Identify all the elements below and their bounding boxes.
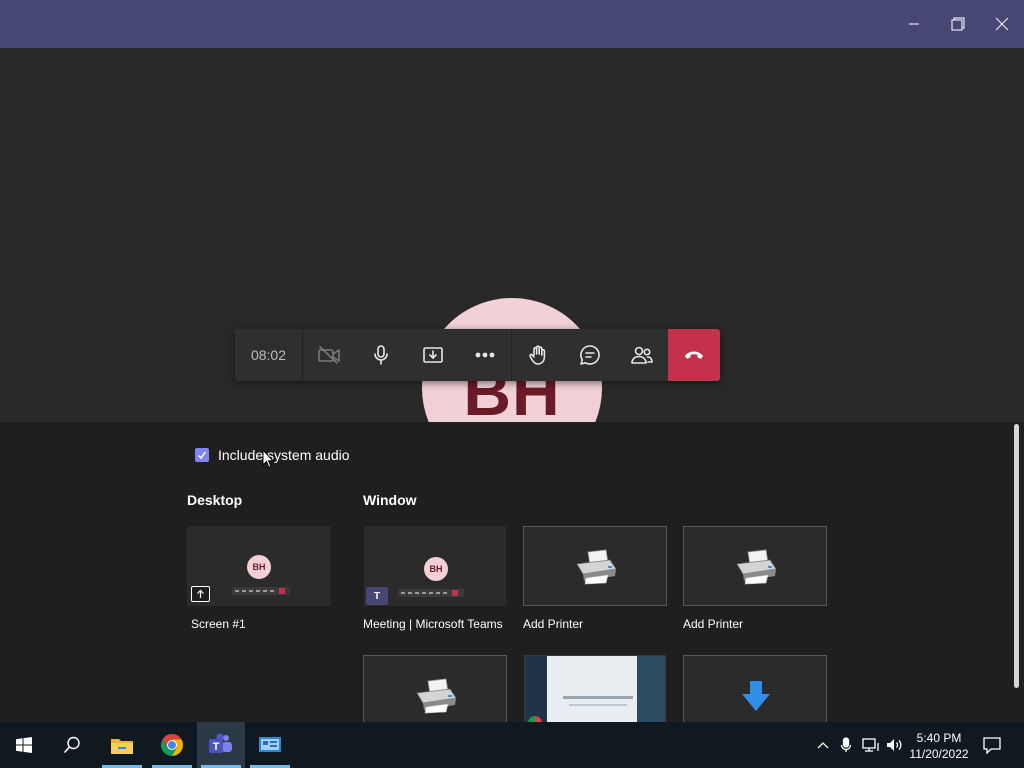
teams-meeting-window: BH 08:02 Include system audio Desktop Wi… (0, 0, 1024, 768)
chrome-button[interactable] (148, 722, 196, 768)
volume-tray-button[interactable] (884, 722, 906, 768)
call-timer: 08:02 (235, 329, 303, 381)
camera-off-icon (318, 346, 340, 364)
hang-up-button[interactable] (668, 329, 720, 381)
volume-icon (887, 739, 902, 751)
window-section-heading: Window (363, 492, 417, 508)
chrome-icon (161, 734, 183, 756)
microphone-tray-button[interactable] (836, 722, 856, 768)
screen-1-tile[interactable]: BH (187, 526, 331, 606)
close-icon (995, 17, 1009, 31)
screen-1-label: Screen #1 (191, 617, 246, 631)
more-icon (475, 352, 495, 358)
search-icon (63, 736, 80, 754)
checkmark-icon (197, 451, 207, 460)
teams-app-icon: T (366, 587, 388, 605)
include-system-audio-label: Include system audio (218, 447, 350, 463)
microphone-tray-icon (840, 737, 852, 752)
preview-text-line (569, 704, 627, 706)
more-actions-button[interactable] (459, 329, 511, 381)
download-arrow-icon (742, 681, 770, 711)
restore-icon (951, 17, 965, 31)
raise-hand-icon (529, 345, 546, 365)
control-panel-icon (259, 737, 281, 752)
call-control-bar: 08:02 (235, 329, 720, 381)
network-icon (862, 738, 879, 752)
share-content-tray: Include system audio Desktop Window BH S… (0, 422, 1024, 722)
preview-call-bar (398, 589, 464, 597)
teams-button[interactable]: T (197, 722, 245, 768)
window-teams-meeting-label: Meeting | Microsoft Teams (363, 617, 503, 631)
preview-panel (637, 656, 665, 722)
window-add-printer-label: Add Printer (683, 617, 744, 631)
window-printer-tile[interactable] (363, 655, 507, 722)
checkbox-checked[interactable] (195, 448, 209, 462)
minimize-button[interactable] (892, 0, 936, 48)
window-add-printer-label: Add Printer (523, 617, 584, 631)
taskbar-clock[interactable]: 5:40 PM 11/20/2022 (905, 730, 973, 762)
printer-icon (736, 549, 777, 585)
microphone-icon (374, 345, 388, 365)
mouse-cursor-icon (262, 449, 274, 469)
title-bar (0, 0, 1024, 48)
window-add-printer-tile[interactable] (523, 526, 667, 606)
hang-up-icon (685, 351, 703, 359)
teams-icon: T (209, 733, 232, 753)
window-teams-meeting-tile[interactable]: BH T (364, 526, 506, 606)
control-panel-button[interactable] (246, 722, 294, 768)
microphone-button[interactable] (355, 329, 407, 381)
action-center-button[interactable] (980, 722, 1004, 768)
close-button[interactable] (980, 0, 1024, 48)
printer-icon (416, 678, 457, 714)
chevron-up-icon (817, 742, 829, 749)
svg-text:T: T (213, 741, 220, 753)
window-browser-tile[interactable] (524, 655, 666, 722)
notification-icon (983, 737, 1001, 754)
network-tray-button[interactable] (860, 722, 882, 768)
participants-button[interactable] (616, 329, 668, 381)
preview-text-line (563, 696, 633, 699)
file-explorer-button[interactable] (98, 722, 146, 768)
chat-icon (580, 345, 600, 365)
share-screen-icon (191, 586, 210, 602)
windows-start-icon (16, 737, 32, 753)
file-explorer-icon (111, 739, 133, 754)
tray-scrollbar[interactable] (1014, 424, 1019, 688)
window-add-printer-tile[interactable] (683, 526, 827, 606)
preview-avatar: BH (424, 557, 448, 581)
minimize-icon (909, 23, 919, 25)
share-tray-button[interactable] (407, 329, 459, 381)
chat-button[interactable] (564, 329, 616, 381)
camera-button[interactable] (303, 329, 355, 381)
clock-time: 5:40 PM (916, 731, 962, 745)
windows-taskbar: T 5:40 PM 11/20/2022 (0, 722, 1024, 768)
preview-avatar: BH (247, 555, 271, 579)
preview-sidebar (525, 656, 547, 722)
restore-button[interactable] (936, 0, 980, 48)
printer-icon (576, 549, 617, 585)
search-button[interactable] (48, 722, 96, 768)
raise-hand-button[interactable] (512, 329, 564, 381)
window-download-tile[interactable] (683, 655, 827, 722)
preview-call-bar (232, 587, 290, 595)
start-button[interactable] (0, 722, 48, 768)
share-tray-icon (423, 347, 443, 363)
desktop-section-heading: Desktop (187, 492, 243, 508)
show-hidden-icons-button[interactable] (812, 722, 834, 768)
participants-icon (631, 346, 653, 364)
clock-date: 11/20/2022 (909, 747, 969, 761)
